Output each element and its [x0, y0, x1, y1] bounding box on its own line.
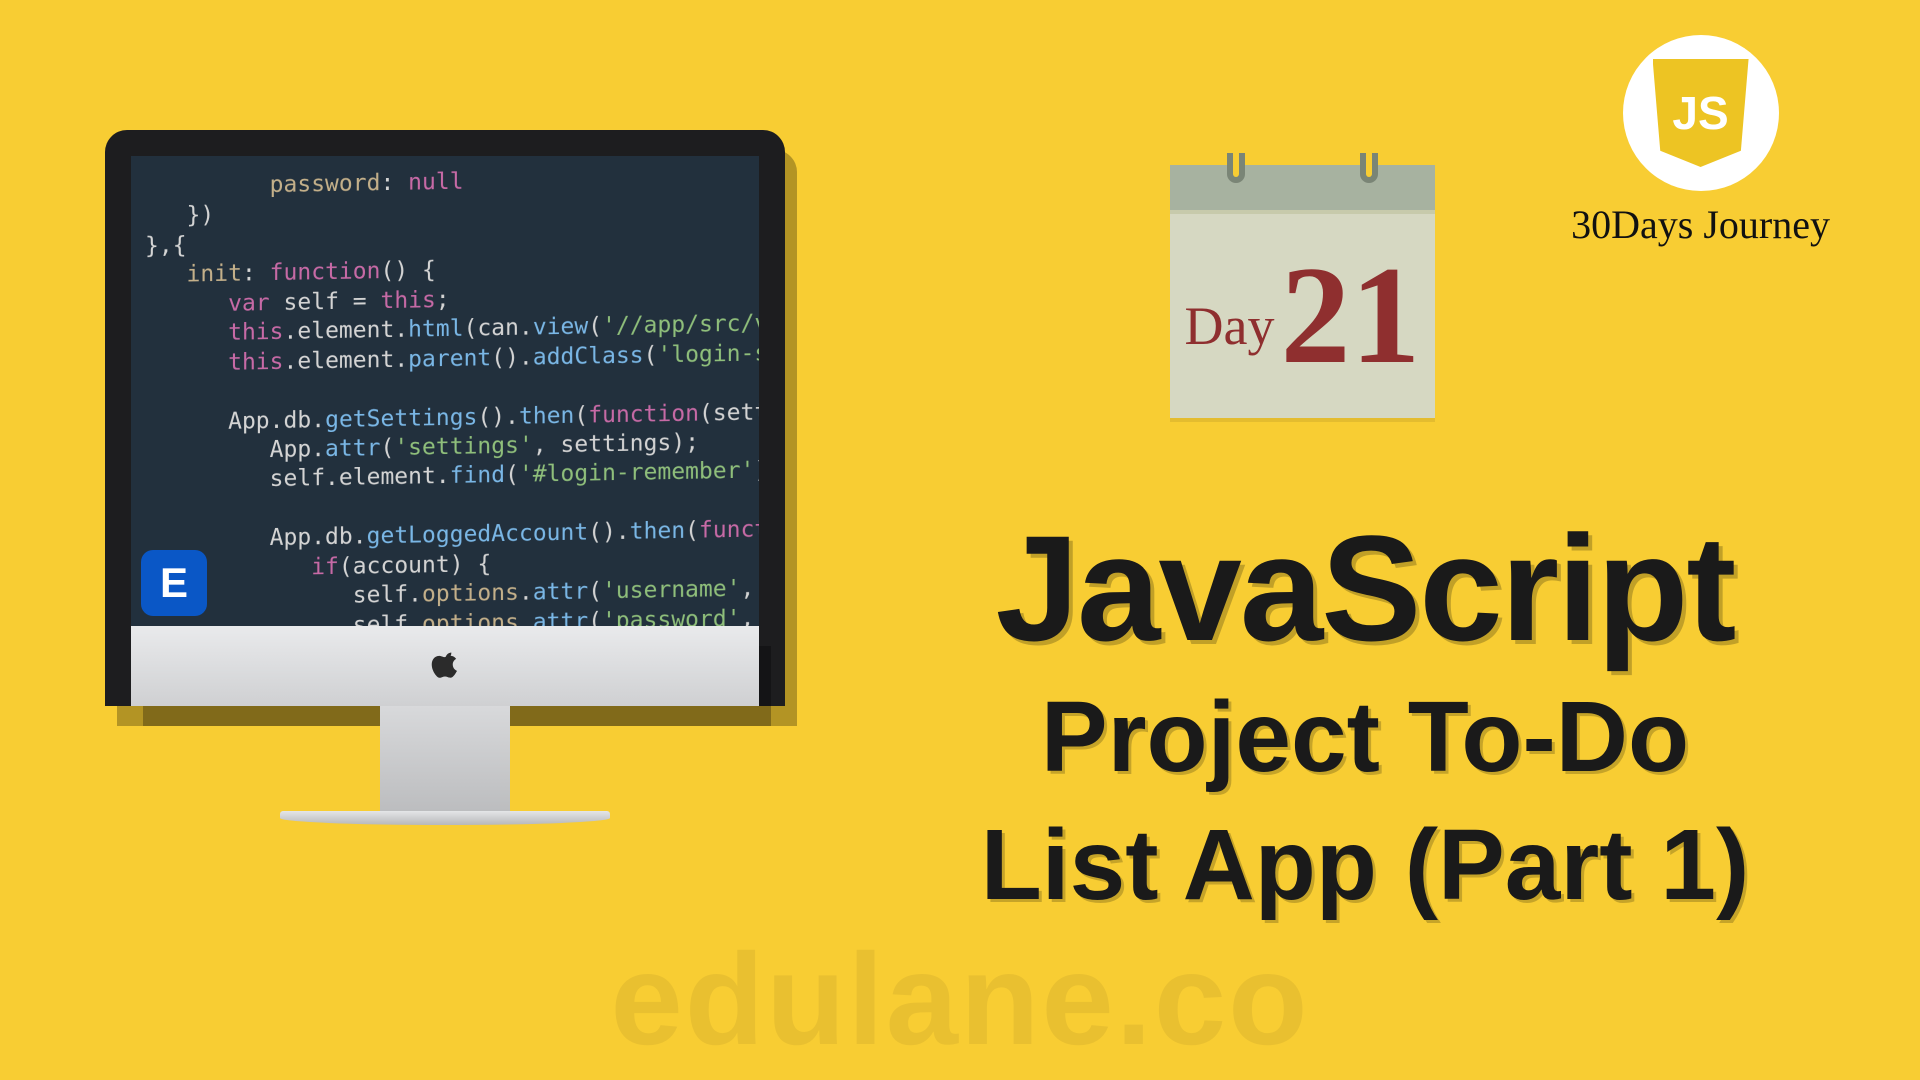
headline-title: JavaScript: [870, 510, 1860, 668]
monitor-stand: [105, 706, 785, 825]
monitor-bezel: password: null }) },{ init: function() {…: [105, 130, 785, 706]
calendar-day-number: 21: [1280, 246, 1420, 386]
headline-subtitle-line1: Project To-Do: [870, 678, 1860, 796]
imac-mockup: password: null }) },{ init: function() {…: [105, 130, 785, 825]
watermark-text: edulane.co: [610, 924, 1309, 1074]
monitor-screen: password: null }) },{ init: function() {…: [131, 156, 759, 626]
calendar-ring-icon: [1227, 153, 1245, 183]
js-circle: JS: [1623, 35, 1779, 191]
js-shield-text: JS: [1672, 86, 1728, 140]
journey-caption: 30Days Journey: [1571, 201, 1830, 248]
edulane-badge-letter: E: [160, 562, 188, 604]
calendar-header: [1170, 165, 1435, 210]
apple-logo-icon: [431, 649, 459, 683]
javascript-shield-icon: JS: [1653, 59, 1749, 167]
calendar-body: Day 21: [1170, 210, 1435, 418]
headline-block: JavaScript Project To-Do List App (Part …: [870, 510, 1860, 924]
calendar-badge: Day 21: [1170, 165, 1435, 418]
calendar-day-label: Day: [1185, 295, 1275, 357]
calendar-ring-icon: [1360, 153, 1378, 183]
headline-subtitle-line2: List App (Part 1): [870, 806, 1860, 924]
code-sample: password: null }) },{ init: function() {…: [131, 156, 759, 626]
edulane-badge-icon: E: [141, 550, 207, 616]
journey-badge: JS 30Days Journey: [1571, 35, 1830, 248]
stand-neck: [380, 706, 510, 811]
stand-foot: [280, 811, 610, 825]
monitor-chin: [131, 626, 759, 706]
